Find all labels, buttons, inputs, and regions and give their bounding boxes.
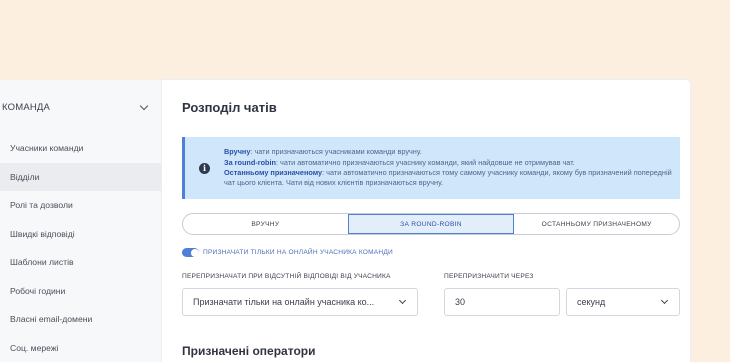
sidebar-section-header[interactable]: КОМАНДА <box>0 80 161 134</box>
sidebar-item-departments[interactable]: Відділи <box>0 162 161 191</box>
sidebar-item-label: Шаблони листів <box>10 257 74 268</box>
sidebar-item-working-hours[interactable]: Робочі години <box>0 277 161 306</box>
mode-last-assigned-button[interactable]: ОСТАННЬОМУ ПРИЗНАЧЕНОМУ <box>514 214 679 234</box>
sidebar-item-team-members[interactable]: Учасники команди <box>0 134 161 163</box>
online-only-setting: ПРИЗНАЧАТИ ТІЛЬКИ НА ОНЛАЙН УЧАСНИКА КОМ… <box>182 248 393 257</box>
reassign-select[interactable]: Призначати тільки на онлайн учасника ко.… <box>182 288 418 316</box>
reassign-after-value: 30 <box>455 297 466 307</box>
reassign-label: ПЕРЕПРИЗНАЧАТИ ПРИ ВІДСУТНІЙ ВІДПОВІДІ В… <box>182 273 391 280</box>
sidebar-item-label: Власні email-домени <box>10 314 93 325</box>
reassign-after-label: ПЕРЕПРИЗНАЧИТИ ЧЕРЕЗ <box>444 273 534 280</box>
mode-round-robin-button[interactable]: ЗА ROUND-ROBIN <box>347 214 515 234</box>
sidebar: КОМАНДА Учасники команди Відділи Ролі та… <box>0 80 162 362</box>
sidebar-section-title: КОМАНДА <box>2 101 51 113</box>
sidebar-item-social[interactable]: Соц. мережі <box>0 334 161 362</box>
reassign-select-value: Призначати тільки на онлайн учасника ко.… <box>193 297 375 307</box>
reassign-after-input[interactable]: 30 <box>444 288 560 316</box>
sidebar-item-label: Учасники команди <box>10 143 84 154</box>
sidebar-item-label: Швидкі відповіді <box>10 228 75 239</box>
chevron-down-icon <box>661 298 669 306</box>
info-manual-term: Вручну <box>224 147 251 157</box>
sidebar-item-label: Ролі та дозволи <box>10 200 73 211</box>
sidebar-item-email-domains[interactable]: Власні email-домени <box>0 305 161 334</box>
page-title: Розподіл чатів <box>182 100 277 115</box>
online-only-toggle[interactable] <box>182 248 199 257</box>
info-last-term: Останньому призначеному <box>224 168 323 177</box>
time-unit-value: секунд <box>577 297 606 307</box>
sidebar-item-email-templates[interactable]: Шаблони листів <box>0 248 161 277</box>
chevron-down-icon <box>399 298 407 306</box>
info-text: Вручну: чати призначаються учасниками ко… <box>224 147 680 188</box>
info-manual-text: : чати призначаються учасниками команди … <box>250 147 422 157</box>
chevron-down-icon[interactable] <box>139 102 149 112</box>
distribution-mode-selector: ВРУЧНУ ЗА ROUND-ROBIN ОСТАННЬОМУ ПРИЗНАЧ… <box>182 213 680 235</box>
time-unit-select[interactable]: секунд <box>566 288 680 316</box>
info-robin-text: : чати автоматично призначаються учасник… <box>276 157 575 167</box>
sidebar-item-label: Робочі години <box>10 285 66 296</box>
settings-panel: Розподіл чатів i Вручну: чати призначают… <box>162 80 690 362</box>
sidebar-item-label: Соц. мережі <box>10 342 59 353</box>
sidebar-item-label: Відділи <box>10 171 40 182</box>
assigned-operators-title: Призначені оператори <box>182 344 316 358</box>
sidebar-item-quick-replies[interactable]: Швидкі відповіді <box>0 220 161 249</box>
online-only-label: ПРИЗНАЧАТИ ТІЛЬКИ НА ОНЛАЙН УЧАСНИКА КОМ… <box>203 249 393 256</box>
info-robin-term: За round-robin <box>224 157 276 167</box>
info-banner: i Вручну: чати призначаються учасниками … <box>182 137 680 199</box>
sidebar-item-roles[interactable]: Ролі та дозволи <box>0 191 161 220</box>
info-icon: i <box>199 162 210 174</box>
mode-manual-button[interactable]: ВРУЧНУ <box>183 214 348 234</box>
